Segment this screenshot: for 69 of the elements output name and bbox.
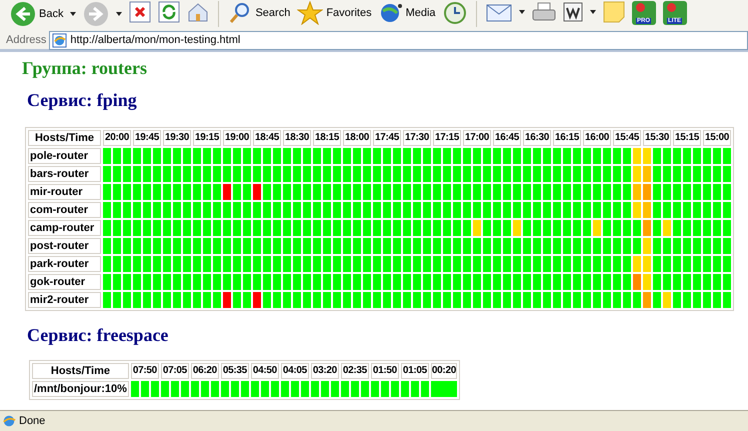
host-cell: mir-router (28, 184, 101, 200)
dropdown-arrow-icon[interactable] (518, 10, 525, 14)
group-heading: Группа: routers (22, 58, 148, 78)
time-header: 15:15 (673, 130, 701, 146)
time-header: 16:15 (553, 130, 581, 146)
host-cell: pole-router (28, 148, 101, 164)
address-field[interactable]: http://alberta/mon/mon-testing.html (49, 31, 748, 50)
time-header: 16:45 (493, 130, 521, 146)
time-header: 00:20 (430, 363, 457, 379)
time-header: 07:05 (160, 363, 189, 379)
globe-icon[interactable] (378, 1, 403, 25)
time-header: 15:30 (643, 130, 671, 146)
toolbar-button-label[interactable]: Favorites (326, 4, 372, 22)
host-cell: post-router (28, 238, 101, 254)
time-header: 19:00 (223, 130, 251, 146)
time-header: 04:50 (250, 363, 279, 379)
time-header: 18:45 (253, 130, 281, 146)
page-icon (52, 33, 68, 48)
time-header: 07:50 (130, 363, 159, 379)
star-icon[interactable] (297, 1, 324, 25)
printer-icon[interactable] (532, 1, 556, 23)
time-header: 15:45 (613, 130, 641, 146)
status-text: Done (19, 414, 46, 429)
stop-icon[interactable] (129, 1, 152, 23)
home-icon[interactable] (187, 1, 210, 23)
time-header: 16:00 (583, 130, 611, 146)
host-cell: com-router (28, 202, 101, 218)
service-heading: Сервис: freespace (26, 325, 170, 345)
time-header: 17:00 (463, 130, 491, 146)
address-label: Address (6, 33, 46, 48)
host-cell: /mnt/bonjour:10% (32, 381, 129, 397)
time-header: 17:30 (403, 130, 431, 146)
time-header: 18:15 (313, 130, 341, 146)
time-header: 18:00 (343, 130, 371, 146)
time-header: 16:30 (523, 130, 551, 146)
dropdown-arrow-icon[interactable] (116, 12, 122, 16)
time-header: 05:35 (220, 363, 249, 379)
clock-icon[interactable] (442, 1, 467, 25)
toolbar-button-label[interactable]: Back (39, 6, 64, 22)
host-cell: camp-router (28, 220, 101, 236)
time-header: 19:15 (193, 130, 221, 146)
time-header: 01:05 (400, 363, 429, 379)
time-header: 17:15 (433, 130, 461, 146)
time-header: 18:30 (283, 130, 311, 146)
time-header: 15:00 (703, 130, 731, 146)
time-header: 17:45 (373, 130, 401, 146)
time-header: 19:45 (133, 130, 161, 146)
host-cell: mir2-router (28, 292, 101, 308)
time-header: 06:20 (190, 363, 219, 379)
time-header: 03:20 (310, 363, 339, 379)
toolbar-button-label[interactable]: Search (255, 4, 290, 22)
time-header: 01:50 (370, 363, 399, 379)
host-cell: park-router (28, 256, 101, 272)
page-icon (2, 414, 16, 428)
dropdown-arrow-icon[interactable] (70, 12, 76, 16)
dropdown-arrow-icon[interactable] (590, 10, 596, 14)
time-header: 04:05 (280, 363, 309, 379)
toolbar-button-label[interactable]: Media (406, 4, 436, 22)
column-header: Hosts/Time (32, 363, 129, 379)
host-cell: gok-router (28, 274, 101, 290)
time-header: 19:30 (163, 130, 191, 146)
url-text: http://alberta/mon/mon-testing.html (70, 33, 240, 48)
service-heading: Сервис: fping (26, 90, 138, 110)
refresh-icon[interactable] (158, 1, 180, 23)
document-icon[interactable] (562, 1, 583, 23)
time-header: 20:00 (103, 130, 131, 146)
host-cell: bars-router (28, 166, 101, 182)
time-header: 02:35 (340, 363, 369, 379)
column-header: Hosts/Time (28, 130, 101, 146)
